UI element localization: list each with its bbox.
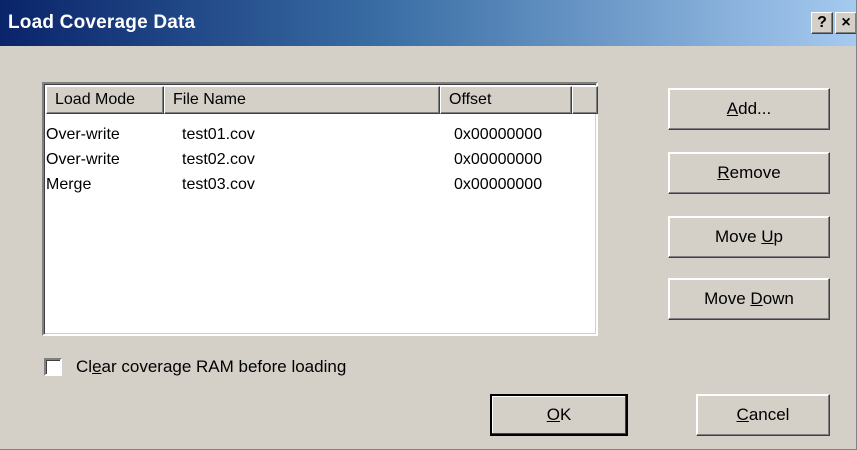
cell-load-mode: Merge [46,176,92,193]
window-title: Load Coverage Data [8,12,196,33]
column-header-file-name[interactable]: File Name [164,86,440,114]
add-button[interactable]: Add... [668,88,830,130]
column-header-empty[interactable] [572,86,598,114]
cell-offset: 0x00000000 [454,176,543,193]
cell-file-name: test03.cov [182,176,255,193]
clear-ram-label: Clear coverage RAM before loading [76,357,347,376]
move-down-button[interactable]: Move Down [668,278,830,320]
add-button-label: Add... [726,99,772,118]
column-header-load-mode[interactable]: Load Mode [46,86,164,114]
title-bar[interactable]: Load Coverage Data ? × [0,0,856,46]
help-button[interactable]: ? [811,12,833,34]
table-row[interactable]: Merge test03.cov 0x00000000 [46,172,598,197]
cancel-button-label: Cancel [736,405,790,424]
cell-offset: 0x00000000 [454,126,543,143]
coverage-file-list[interactable]: Load Mode File Name Offset Over-write te… [42,82,598,336]
cell-offset: 0x00000000 [454,151,543,168]
list-rows: Over-write test01.cov 0x00000000 Over-wr… [46,122,598,197]
ok-button[interactable]: OK [490,394,628,436]
list-header: Load Mode File Name Offset [46,86,598,114]
move-up-button-label: Move Up [714,227,784,246]
column-header-offset[interactable]: Offset [440,86,572,114]
cell-load-mode: Over-write [46,126,120,143]
clear-ram-checkbox[interactable] [44,358,62,376]
close-button[interactable]: × [835,12,856,34]
table-row[interactable]: Over-write test02.cov 0x00000000 [46,147,598,172]
cell-load-mode: Over-write [46,151,120,168]
table-row[interactable]: Over-write test01.cov 0x00000000 [46,122,598,147]
cancel-button[interactable]: Cancel [696,394,830,436]
remove-button-label: Remove [717,163,781,182]
move-up-button[interactable]: Move Up [668,216,830,258]
remove-button[interactable]: Remove [668,152,830,194]
move-down-button-label: Move Down [704,289,794,308]
cell-file-name: test01.cov [182,126,255,143]
load-coverage-dialog: Load Coverage Data ? × Load Mode File Na… [0,0,857,450]
ok-button-label: OK [546,405,572,424]
cell-file-name: test02.cov [182,151,255,168]
